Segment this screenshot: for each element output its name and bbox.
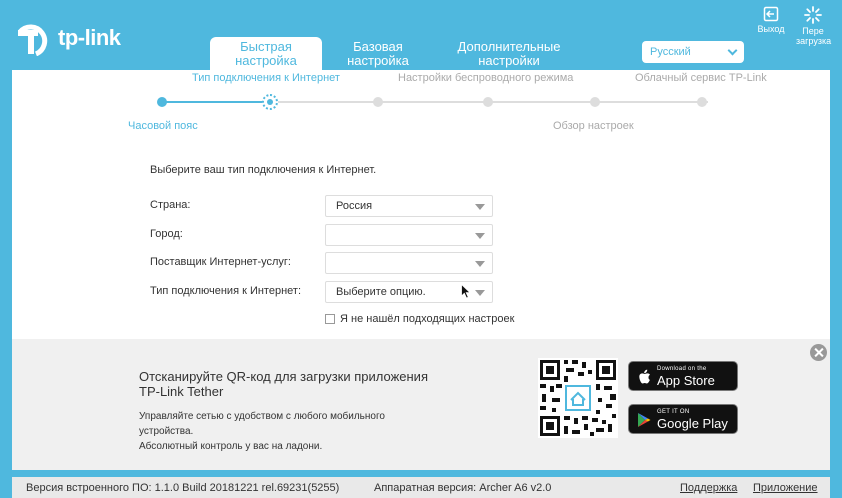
not-found-checkbox[interactable]	[325, 314, 335, 324]
tab-quick-setup[interactable]: Быстрая настройка	[210, 37, 322, 70]
form-intro: Выберите ваш тип подключения к Интернет.	[150, 164, 377, 176]
dropdown-arrow-icon	[475, 204, 485, 210]
google-play-small-label: GET IT ON	[657, 409, 690, 415]
progress-step-3	[373, 97, 383, 107]
progress-step-2	[262, 94, 278, 110]
promo-title-line1: Отсканируйте QR-код для загрузки приложе…	[139, 369, 428, 384]
promo-desc-line3: Абсолютный контроль у вас на ладони.	[139, 441, 323, 452]
tab-advanced[interactable]: Дополнительные настройки	[434, 37, 584, 70]
not-found-label: Я не нашёл подходящих настроек	[340, 313, 515, 325]
google-play-icon	[638, 413, 651, 427]
city-label: Город:	[150, 228, 183, 240]
reboot-button[interactable]: Пере загрузка	[796, 6, 832, 46]
promo-description: Управляйте сетью с удобством с любого мо…	[139, 409, 439, 454]
qr-code-image	[538, 358, 618, 438]
progress-track-done	[160, 101, 270, 103]
tether-promo: Отсканируйте QR-код для загрузки приложе…	[12, 339, 830, 470]
connection-type-row: Тип подключения к Интернет: Выберите опц…	[150, 281, 510, 303]
dropdown-arrow-icon	[475, 290, 485, 296]
connection-type-label: Тип подключения к Интернет:	[150, 285, 302, 297]
google-play-large-label: Google Play	[657, 416, 728, 431]
close-icon[interactable]	[810, 344, 827, 361]
progress-step-4	[483, 97, 493, 107]
language-select[interactable]: Русский	[642, 41, 744, 63]
app-store-small-label: Download on the	[657, 366, 707, 372]
logout-icon	[763, 6, 779, 22]
tp-link-logo[interactable]: tp-link	[16, 20, 121, 56]
country-value: Россия	[336, 200, 373, 212]
mouse-cursor-icon	[461, 284, 471, 299]
firmware-version: Версия встроенного ПО: 1.1.0 Build 20181…	[26, 482, 340, 494]
logout-label: Выход	[757, 24, 785, 34]
reboot-icon	[804, 6, 822, 24]
main-tabs: Быстрая настройка Базовая настройка Допо…	[210, 37, 584, 70]
step-label-summary: Обзор настроек	[553, 120, 634, 132]
isp-select[interactable]	[325, 252, 493, 274]
apple-icon	[639, 369, 650, 384]
not-found-option[interactable]: Я не нашёл подходящих настроек	[325, 313, 514, 325]
step-label-timezone: Часовой пояс	[128, 120, 198, 132]
footer: Версия встроенного ПО: 1.1.0 Build 20181…	[12, 477, 830, 498]
dropdown-arrow-icon	[475, 261, 485, 267]
connection-type-value: Выберите опцию.	[336, 286, 426, 298]
country-select[interactable]: Россия	[325, 195, 493, 217]
chevron-down-icon	[727, 45, 738, 55]
tab-basic[interactable]: Базовая настройка	[322, 37, 434, 70]
promo-desc-line2: устройства.	[139, 426, 194, 437]
step-label-connection-type: Тип подключения к Интернет	[192, 72, 340, 84]
support-link[interactable]: Поддержка	[680, 482, 737, 494]
progress-step-6	[697, 97, 707, 107]
app-store-large-label: App Store	[657, 373, 715, 388]
header: tp-link Быстрая настройка Базовая настро…	[0, 0, 842, 70]
dropdown-arrow-icon	[475, 233, 485, 239]
progress-step-5	[590, 97, 600, 107]
step-label-wireless: Настройки беспроводного режима	[398, 72, 574, 84]
promo-desc-line1: Управляйте сетью с удобством с любого мо…	[139, 411, 385, 422]
promo-title: Отсканируйте QR-код для загрузки приложе…	[139, 369, 439, 399]
reboot-label: Пере загрузка	[796, 26, 832, 46]
promo-title-line2: TP-Link Tether	[139, 384, 224, 399]
country-label: Страна:	[150, 199, 191, 211]
logout-button[interactable]: Выход	[755, 6, 787, 34]
isp-row: Поставщик Интернет-услуг:	[150, 252, 510, 274]
app-store-button[interactable]: Download on the App Store	[628, 361, 738, 391]
main-panel: Тип подключения к Интернет Настройки бес…	[12, 70, 830, 470]
hardware-version: Аппаратная версия: Archer A6 v2.0	[374, 482, 552, 494]
logo-text: tp-link	[58, 25, 121, 50]
language-selected: Русский	[650, 46, 691, 58]
progress-step-1	[157, 97, 167, 107]
google-play-button[interactable]: GET IT ON Google Play	[628, 404, 738, 434]
country-row: Страна: Россия	[150, 195, 510, 217]
city-select[interactable]	[325, 224, 493, 246]
tp-link-logo-icon	[18, 24, 48, 56]
step-label-cloud: Облачный сервис TP-Link	[635, 72, 767, 84]
progress-top-labels: Тип подключения к Интернет Настройки бес…	[12, 70, 830, 86]
isp-label: Поставщик Интернет-услуг:	[150, 256, 291, 268]
app-link[interactable]: Приложение	[753, 482, 818, 494]
city-row: Город:	[150, 224, 510, 246]
